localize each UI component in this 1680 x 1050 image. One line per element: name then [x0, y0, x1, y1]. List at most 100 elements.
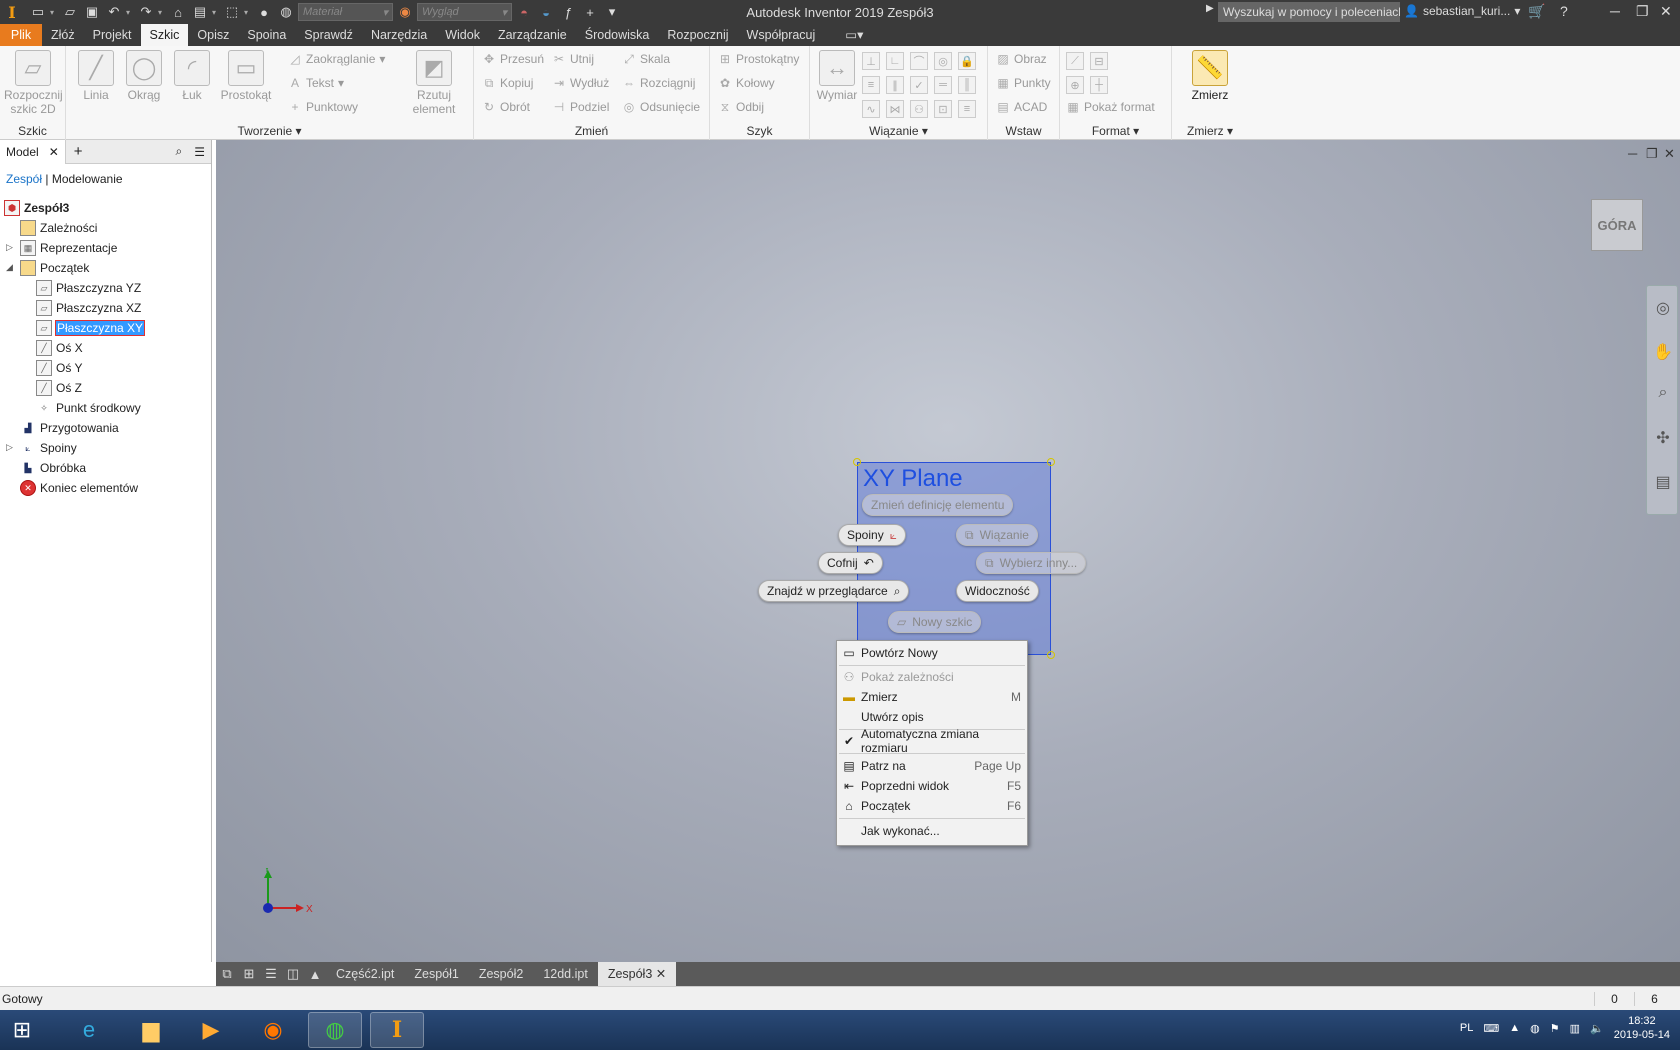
doc-tab[interactable]: Zespół2 — [469, 962, 533, 986]
file-explorer-icon[interactable]: ▆ — [124, 1012, 178, 1048]
start-button-icon[interactable]: ⊞ — [2, 1012, 42, 1048]
tree-item[interactable]: ╱ Oś X — [36, 340, 83, 356]
plane-handle[interactable] — [853, 458, 861, 466]
menu-item-measure[interactable]: ▬ Zmierz M — [837, 687, 1027, 707]
minimize-icon[interactable]: ─ — [1610, 3, 1620, 19]
smooth-icon[interactable]: ∿ — [862, 100, 880, 118]
panel-title[interactable]: Wiązanie ▾ — [810, 124, 987, 138]
point-button[interactable]: + Punktowy — [288, 100, 358, 114]
redo-icon[interactable]: ↷ — [136, 3, 156, 21]
inventor-taskbar-icon[interactable]: I — [370, 1012, 424, 1048]
doc-tab[interactable]: Zespół1 — [404, 962, 468, 986]
stretch-button[interactable]: ⇔ Rozciągnij — [622, 76, 695, 90]
plane-handle[interactable] — [1047, 458, 1055, 466]
tab-plik[interactable]: Plik — [0, 24, 42, 46]
collinear-icon[interactable]: ≡ — [862, 76, 880, 94]
plane-handle[interactable] — [1047, 651, 1055, 659]
menu-item-previous-view[interactable]: ⇤ Poprzedni widok F5 — [837, 776, 1027, 796]
equal-icon[interactable]: ✓ — [910, 76, 928, 94]
user-menu[interactable]: 👤 sebastian_kuri... ▾ — [1404, 4, 1520, 18]
keyboard-icon[interactable]: ⌨ — [1483, 1022, 1499, 1035]
grid-icon[interactable]: ⊞ — [238, 966, 260, 982]
customize-icon[interactable]: ▾ — [602, 3, 622, 21]
new-file-icon[interactable]: ▭ — [28, 3, 48, 21]
insert-image-button[interactable]: ▨ Obraz — [996, 52, 1046, 66]
find-in-browser-button[interactable]: Znajdź w przeglądarce ⌕ — [758, 580, 910, 602]
expand-icon[interactable]: ▷ — [6, 442, 13, 453]
select-icon[interactable]: ⬚ — [222, 3, 242, 21]
dimension-button[interactable]: ↔ Wymiar — [816, 50, 858, 102]
adjust-icon[interactable]: ◓ — [514, 3, 534, 21]
scale-button[interactable]: ⤢ Skala — [622, 52, 670, 67]
copy-button[interactable]: ⧉ Kopiuj — [482, 76, 534, 91]
close-icon[interactable]: ✕ — [1664, 146, 1675, 162]
symmetric-icon[interactable]: ⋈ — [886, 100, 904, 118]
expand-icon[interactable]: ▷ — [6, 242, 13, 253]
doc-tab-active[interactable]: Zespół3 ✕ — [597, 962, 677, 986]
concentric-icon[interactable]: ◎ — [934, 52, 952, 70]
menu-item-repeat-new[interactable]: ▭ Powtórz Nowy — [837, 643, 1027, 663]
coincident-icon[interactable]: ⊥ — [862, 52, 880, 70]
pan-hand-icon[interactable]: ✋ — [1653, 342, 1673, 362]
help-search-input[interactable]: Wyszukaj w pomocy i poleceniach — [1218, 2, 1400, 22]
tab-projekt[interactable]: Projekt — [84, 24, 141, 46]
arc-button[interactable]: ◜ Łuk — [172, 50, 212, 102]
chevron-down-icon[interactable]: ▾ — [126, 8, 134, 17]
language-indicator[interactable]: PL — [1460, 1022, 1473, 1034]
restore-icon[interactable]: ❐ — [1636, 3, 1649, 20]
chevron-down-icon[interactable]: ▾ — [382, 6, 388, 19]
search-icon[interactable]: ⌕ — [170, 144, 189, 159]
tree-item[interactable]: ⟀ Spoiny — [20, 440, 76, 456]
centerline-icon[interactable]: ┼ — [1090, 76, 1108, 94]
help-icon[interactable]: ? — [1560, 3, 1568, 19]
chevron-down-icon[interactable]: ▾ — [158, 8, 166, 17]
tab-zarzadzanie[interactable]: Zarządzanie — [489, 24, 576, 46]
chevron-down-icon[interactable]: ▾ — [501, 6, 507, 19]
zoom-icon[interactable]: ⌕ — [1653, 384, 1673, 404]
update-icon[interactable]: ▤ — [190, 3, 210, 21]
horizontal-icon[interactable]: ═ — [934, 76, 952, 94]
tab-wspolpracuj[interactable]: Współpracuj — [738, 24, 825, 46]
home-icon[interactable]: ⌂ — [168, 3, 188, 21]
plus-icon[interactable]: + — [580, 3, 600, 21]
render-icon[interactable]: ◍ — [276, 3, 296, 21]
parallel-icon[interactable]: ∥ — [886, 76, 904, 94]
open-folder-icon[interactable]: ▱ — [60, 3, 80, 21]
ribbon-toggle-icon[interactable]: ▭▾ — [836, 24, 872, 46]
tab-srodowiska[interactable]: Środowiska — [576, 24, 659, 46]
chrome-tray-icon[interactable]: ◍ — [1530, 1022, 1540, 1035]
linetype-icon[interactable]: ⊟ — [1090, 52, 1108, 70]
restore-icon[interactable]: ❐ — [1646, 146, 1658, 162]
clear-icon[interactable]: ◒ — [536, 3, 556, 21]
horizontal-split-icon[interactable]: ☰ — [260, 966, 282, 982]
volume-icon[interactable]: 🔈 — [1590, 1022, 1604, 1035]
tangent-icon[interactable]: ⌒ — [910, 52, 928, 70]
tree-root[interactable]: ⬢ Zespół3 — [4, 200, 69, 216]
construction-icon[interactable]: ⟋ — [1066, 52, 1084, 70]
move-button[interactable]: ✥ Przesuń — [482, 52, 544, 66]
panel-title[interactable]: Tworzenie ▾ — [66, 124, 473, 138]
show-format-button[interactable]: ▦ Pokaż format — [1066, 100, 1154, 114]
panel-title[interactable]: Format ▾ — [1060, 124, 1171, 138]
menu-item-show-relationships[interactable]: ⚇ Pokaż zależności — [837, 667, 1027, 687]
delete-constraints-icon[interactable]: ≡ — [958, 100, 976, 118]
panel-title[interactable]: Zmierz ▾ — [1172, 124, 1248, 138]
tree-item[interactable]: ✧ Punkt środkowy — [36, 400, 140, 416]
tree-item[interactable]: ╱ Oś Y — [36, 360, 82, 376]
project-geometry-button[interactable]: ◩ Rzutuj element — [406, 50, 462, 116]
tab-szkic[interactable]: Szkic — [140, 24, 189, 46]
chevron-right-icon[interactable]: ▶ — [1206, 3, 1214, 14]
rect-pattern-button[interactable]: ⊞ Prostokątny — [718, 52, 799, 66]
chevron-up-icon[interactable]: ▲ — [1509, 1022, 1520, 1034]
constraint-button[interactable]: ⧉ Wiązanie — [956, 524, 1038, 546]
viewcube[interactable]: GÓRA — [1591, 199, 1643, 251]
network-icon[interactable]: ▥ — [1570, 1022, 1580, 1035]
fix-icon[interactable]: 🔒 — [958, 52, 976, 70]
chevron-down-icon[interactable]: ▾ — [50, 8, 58, 17]
clock[interactable]: 18:32 2019-05-14 — [1614, 1014, 1670, 1042]
function-icon[interactable]: ƒ — [558, 3, 578, 21]
insert-acad-button[interactable]: ▤ ACAD — [996, 100, 1047, 114]
tree-item[interactable]: ▱ Płaszczyzna YZ — [36, 280, 141, 296]
tab-sprawdz[interactable]: Sprawdź — [295, 24, 362, 46]
split-button[interactable]: ⊣ Podziel — [552, 100, 610, 114]
